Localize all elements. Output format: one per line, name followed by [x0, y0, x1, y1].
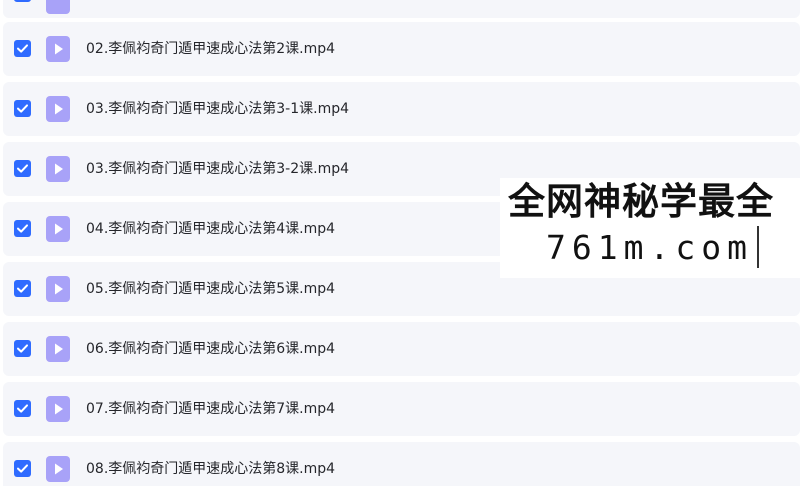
checkmark-icon [17, 44, 28, 53]
row-checkbox[interactable] [14, 40, 31, 57]
video-file-icon [46, 0, 70, 14]
file-name: 04.李佩袀奇门遁甲速成心法第4课.mp4 [86, 221, 336, 237]
row-checkbox[interactable] [14, 340, 31, 357]
watermark-title: 全网神秘学最全 [508, 180, 774, 223]
video-file-icon [46, 96, 70, 122]
watermark-overlay: 全网神秘学最全 761m.com [500, 178, 800, 278]
file-row[interactable]: 02.李佩袀奇门遁甲速成心法第2课.mp4 [3, 22, 800, 76]
video-file-icon [46, 276, 70, 302]
file-name: 03.李佩袀奇门遁甲速成心法第3-2课.mp4 [86, 161, 350, 177]
checkmark-icon [17, 164, 28, 173]
video-file-icon [46, 36, 70, 62]
file-row[interactable]: 06.李佩袀奇门遁甲速成心法第6课.mp4 [3, 322, 800, 376]
checkmark-icon [17, 344, 28, 353]
file-row[interactable] [3, 0, 800, 18]
checkmark-icon [17, 404, 28, 413]
checkmark-icon [17, 284, 28, 293]
checkmark-icon [17, 464, 28, 473]
file-row[interactable]: 03.李佩袀奇门遁甲速成心法第3-1课.mp4 [3, 82, 800, 136]
row-checkbox[interactable] [14, 0, 31, 2]
file-row[interactable]: 08.李佩袀奇门遁甲速成心法第8课.mp4 [3, 442, 800, 486]
row-checkbox[interactable] [14, 460, 31, 477]
file-name: 07.李佩袀奇门遁甲速成心法第7课.mp4 [86, 401, 336, 417]
file-name: 06.李佩袀奇门遁甲速成心法第6课.mp4 [86, 341, 336, 357]
file-name: 03.李佩袀奇门遁甲速成心法第3-1课.mp4 [86, 101, 350, 117]
row-checkbox[interactable] [14, 220, 31, 237]
watermark-url: 761m.com [546, 228, 753, 267]
row-checkbox[interactable] [14, 400, 31, 417]
checkmark-icon [17, 224, 28, 233]
file-name: 08.李佩袀奇门遁甲速成心法第8课.mp4 [86, 461, 336, 477]
video-file-icon [46, 396, 70, 422]
checkmark-icon [17, 104, 28, 113]
file-row[interactable]: 07.李佩袀奇门遁甲速成心法第7课.mp4 [3, 382, 800, 436]
row-checkbox[interactable] [14, 160, 31, 177]
video-file-icon [46, 336, 70, 362]
row-checkbox[interactable] [14, 100, 31, 117]
text-cursor [757, 226, 759, 268]
row-checkbox[interactable] [14, 280, 31, 297]
file-name: 02.李佩袀奇门遁甲速成心法第2课.mp4 [86, 41, 336, 57]
file-name: 05.李佩袀奇门遁甲速成心法第5课.mp4 [86, 281, 336, 297]
video-file-icon [46, 456, 70, 482]
video-file-icon [46, 156, 70, 182]
video-file-icon [46, 216, 70, 242]
